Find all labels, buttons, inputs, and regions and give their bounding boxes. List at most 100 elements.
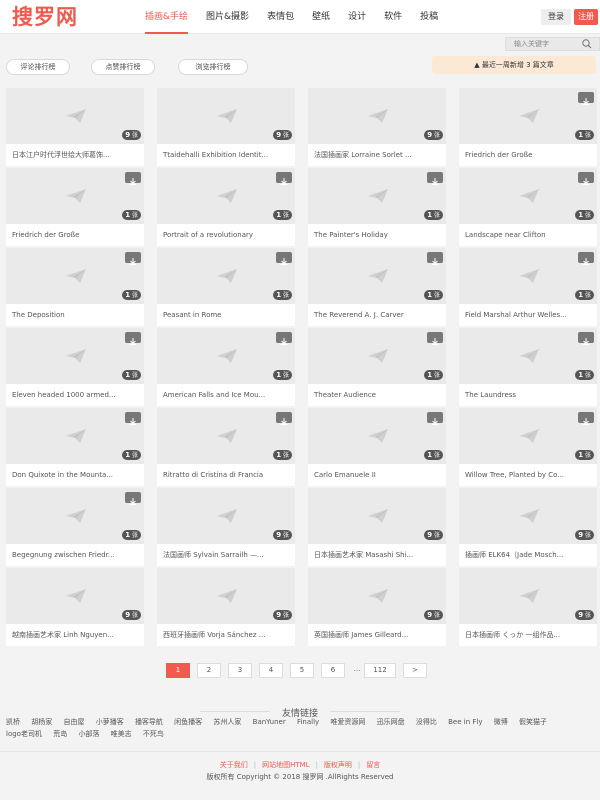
card-thumbnail[interactable]: 1 张 <box>459 248 597 304</box>
friend-link[interactable]: 自由屋 <box>63 718 84 726</box>
page-button[interactable]: 112 <box>364 663 396 678</box>
card-caption[interactable]: The Reverend A. J. Carver <box>308 304 446 326</box>
image-card[interactable]: 9 张越南插画艺术家 Linh Nguyen... <box>6 568 144 646</box>
card-thumbnail[interactable]: 1 张 <box>157 328 295 384</box>
footer-link[interactable]: 版权声明 <box>324 761 352 769</box>
page-button[interactable]: 2 <box>197 663 221 678</box>
card-thumbnail[interactable]: 9 张 <box>308 568 446 624</box>
image-card[interactable]: 1 张 Willow Tree, Planted by Co... <box>459 408 597 486</box>
image-card[interactable]: 1 张 Begegnung zwischen Friedr... <box>6 488 144 566</box>
image-card[interactable]: 1 张 The Laundress <box>459 328 597 406</box>
card-thumbnail[interactable]: 1 张 <box>459 328 597 384</box>
card-thumbnail[interactable]: 1 张 <box>157 168 295 224</box>
image-card[interactable]: 1 张 Theater Audience <box>308 328 446 406</box>
page-button[interactable]: 6 <box>321 663 345 678</box>
friend-link[interactable]: 苏州人家 <box>213 718 241 726</box>
card-thumbnail[interactable]: 1 张 <box>308 248 446 304</box>
friend-link[interactable]: logo老司机 <box>6 730 42 738</box>
card-caption[interactable]: Willow Tree, Planted by Co... <box>459 464 597 486</box>
image-card[interactable]: 1 张 Don Quixote in the Mounta... <box>6 408 144 486</box>
friend-link[interactable]: 唯美志 <box>111 730 132 738</box>
footer-link[interactable]: 网站地图HTML <box>262 761 309 769</box>
friend-link[interactable]: BanYuner <box>253 718 286 726</box>
card-caption[interactable]: Don Quixote in the Mounta... <box>6 464 144 486</box>
card-thumbnail[interactable]: 9 张 <box>6 88 144 144</box>
card-caption[interactable]: 英国插画师 James Gilleard... <box>308 624 446 646</box>
tab-view-ranking[interactable]: 浏览排行榜 <box>178 59 248 75</box>
card-thumbnail[interactable]: 1 张 <box>157 408 295 464</box>
image-card[interactable]: 9 张日本插画师 くっか 一组作品... <box>459 568 597 646</box>
footer-link[interactable]: 留言 <box>366 761 380 769</box>
image-card[interactable]: 1 张 Peasant in Rome <box>157 248 295 326</box>
card-caption[interactable]: Portrait of a revolutionary <box>157 224 295 246</box>
image-card[interactable]: 9 张西班牙插画师 Vorja Sánchez ... <box>157 568 295 646</box>
card-thumbnail[interactable]: 9 张 <box>459 488 597 544</box>
page-button[interactable]: 5 <box>290 663 314 678</box>
friend-link[interactable]: Bee in Fly <box>448 718 482 726</box>
card-thumbnail[interactable]: 9 张 <box>459 568 597 624</box>
page-button[interactable]: 3 <box>228 663 252 678</box>
login-button[interactable]: 登录 <box>541 9 571 25</box>
card-thumbnail[interactable]: 1 张 <box>308 408 446 464</box>
image-card[interactable]: 9 张法国插画家 Lorraine Sorlet ... <box>308 88 446 166</box>
image-card[interactable]: 1 张 Landscape near Clifton <box>459 168 597 246</box>
card-caption[interactable]: Friedrich der Große <box>6 224 144 246</box>
card-caption[interactable]: 越南插画艺术家 Linh Nguyen... <box>6 624 144 646</box>
image-card[interactable]: 1 张 Ritratto di Cristina di Francia <box>157 408 295 486</box>
image-card[interactable]: 9 张日本江户时代浮世绘大师葛饰... <box>6 88 144 166</box>
card-caption[interactable]: 法国插画家 Lorraine Sorlet ... <box>308 144 446 166</box>
card-thumbnail[interactable]: 9 张 <box>157 88 295 144</box>
download-icon[interactable] <box>427 252 443 265</box>
footer-link[interactable]: 关于我们 <box>220 761 248 769</box>
nav-item-stickers[interactable]: 表情包 <box>267 0 294 34</box>
image-card[interactable]: 1 张 Eleven headed 1000 armed... <box>6 328 144 406</box>
friend-link[interactable]: 不死鸟 <box>143 730 164 738</box>
nav-item-submit[interactable]: 投稿 <box>420 0 438 34</box>
card-thumbnail[interactable]: 1 张 <box>459 408 597 464</box>
search-icon[interactable] <box>580 38 594 50</box>
card-thumbnail[interactable]: 1 张 <box>6 488 144 544</box>
card-caption[interactable]: Ritratto di Cristina di Francia <box>157 464 295 486</box>
card-caption[interactable]: The Painter's Holiday <box>308 224 446 246</box>
next-page-button[interactable]: > <box>403 663 427 678</box>
download-icon[interactable] <box>427 412 443 425</box>
card-caption[interactable]: Carlo Emanuele II <box>308 464 446 486</box>
tab-comment-ranking[interactable]: 评论排行榜 <box>6 59 70 75</box>
image-card[interactable]: 1 张 Field Marshal Arthur Welles... <box>459 248 597 326</box>
card-caption[interactable]: Friedrich der Große <box>459 144 597 166</box>
card-thumbnail[interactable]: 9 张 <box>157 488 295 544</box>
card-thumbnail[interactable]: 1 张 <box>6 168 144 224</box>
friend-link[interactable]: 小部落 <box>78 730 99 738</box>
site-logo[interactable]: 搜罗网 <box>12 4 78 30</box>
card-caption[interactable]: Landscape near Clifton <box>459 224 597 246</box>
image-card[interactable]: 9 张法国画师 Sylvain Sarrailh —... <box>157 488 295 566</box>
friend-link[interactable]: 播客导航 <box>135 718 163 726</box>
card-caption[interactable]: Eleven headed 1000 armed... <box>6 384 144 406</box>
download-icon[interactable] <box>578 412 594 425</box>
card-thumbnail[interactable]: 9 张 <box>308 488 446 544</box>
card-thumbnail[interactable]: 1 张 <box>308 328 446 384</box>
friend-link[interactable]: 唯爱资源网 <box>330 718 365 726</box>
image-card[interactable]: 1 张 The Reverend A. J. Carver <box>308 248 446 326</box>
card-thumbnail[interactable]: 9 张 <box>6 568 144 624</box>
card-thumbnail[interactable]: 1 张 <box>459 88 597 144</box>
image-card[interactable]: 9 张插画师 ELK64（Jade Mosch... <box>459 488 597 566</box>
card-caption[interactable]: Ttaidehalli Exhibition Identit... <box>157 144 295 166</box>
card-thumbnail[interactable]: 9 张 <box>157 568 295 624</box>
card-thumbnail[interactable]: 1 张 <box>459 168 597 224</box>
image-card[interactable]: 1 张 The Deposition <box>6 248 144 326</box>
image-card[interactable]: 1 张 The Painter's Holiday <box>308 168 446 246</box>
friend-link[interactable]: Finally <box>297 718 319 726</box>
friend-link[interactable]: 荒岛 <box>53 730 67 738</box>
card-caption[interactable]: 日本插画师 くっか 一组作品... <box>459 624 597 646</box>
card-thumbnail[interactable]: 1 张 <box>6 328 144 384</box>
friend-link[interactable]: 微博 <box>494 718 508 726</box>
card-caption[interactable]: 西班牙插画师 Vorja Sánchez ... <box>157 624 295 646</box>
friend-link[interactable]: 假笑猫子 <box>519 718 547 726</box>
download-icon[interactable] <box>578 332 594 345</box>
download-icon[interactable] <box>276 252 292 265</box>
nav-item-photography[interactable]: 图片&摄影 <box>206 0 249 34</box>
nav-item-wallpaper[interactable]: 壁纸 <box>312 0 330 34</box>
download-icon[interactable] <box>276 172 292 185</box>
nav-item-design[interactable]: 设计 <box>348 0 366 34</box>
